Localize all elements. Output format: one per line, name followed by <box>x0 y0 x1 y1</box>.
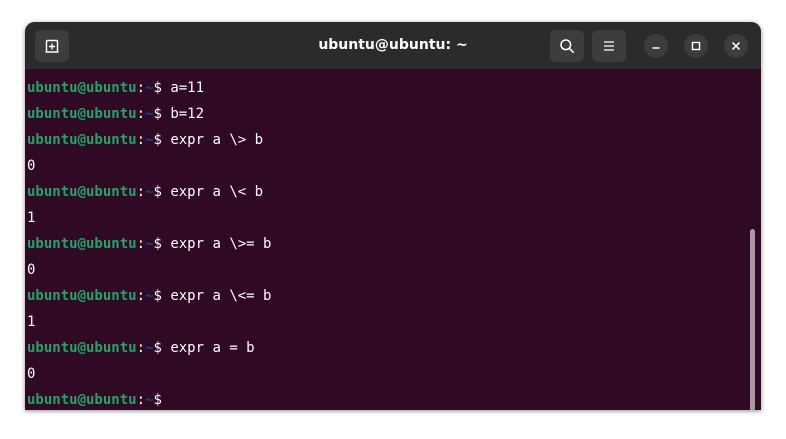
scrollbar-thumb[interactable] <box>750 229 755 410</box>
output-text: 0 <box>27 366 36 382</box>
prompt-colon: : <box>136 288 146 304</box>
terminal-view[interactable]: ubuntu@ubuntu:~$ a=11 ubuntu@ubuntu:~$ b=… <box>25 69 761 410</box>
prompt-line: ubuntu@ubuntu:~$ a=11 <box>27 75 271 101</box>
command-text: expr a \> b <box>170 132 264 148</box>
prompt-user: ubuntu@ubuntu <box>27 392 137 408</box>
command-text: expr a \<= b <box>170 288 272 304</box>
prompt-line: ubuntu@ubuntu:~$ expr a = b <box>27 335 271 361</box>
output-line: 0 <box>27 153 271 179</box>
prompt-line: ubuntu@ubuntu:~$ expr a \< b <box>27 179 271 205</box>
prompt-user: ubuntu@ubuntu <box>27 288 137 304</box>
prompt-colon: : <box>136 340 146 356</box>
prompt-symbol: $ <box>153 184 171 200</box>
command-text: b=12 <box>170 106 205 122</box>
prompt-line: ubuntu@ubuntu:~$ expr a \>= b <box>27 231 271 257</box>
search-icon <box>560 39 574 53</box>
prompt-colon: : <box>136 184 146 200</box>
prompt-symbol: $ <box>153 132 171 148</box>
output-line: 0 <box>27 257 271 283</box>
prompt-user: ubuntu@ubuntu <box>27 80 137 96</box>
command-text: expr a \>= b <box>170 236 272 252</box>
prompt-line: ubuntu@ubuntu:~$ expr a \> b <box>27 127 271 153</box>
prompt-line: ubuntu@ubuntu:~$ <box>27 387 271 410</box>
terminal-window: ubuntu@ubuntu: ~ ubuntu@ubuntu:~$ a=11 u… <box>25 22 761 410</box>
prompt-symbol: $ <box>153 392 171 408</box>
command-text: expr a = b <box>170 340 255 356</box>
output-text: 1 <box>27 314 36 330</box>
prompt-symbol: $ <box>153 106 171 122</box>
prompt-symbol: $ <box>153 236 171 252</box>
prompt-user: ubuntu@ubuntu <box>27 236 137 252</box>
prompt-symbol: $ <box>153 288 171 304</box>
prompt-colon: : <box>136 106 146 122</box>
prompt-colon: : <box>136 236 146 252</box>
prompt-user: ubuntu@ubuntu <box>27 132 137 148</box>
prompt-colon: : <box>136 392 146 408</box>
command-text: a=11 <box>170 80 205 96</box>
output-line: 0 <box>27 361 271 387</box>
prompt-colon: : <box>136 132 146 148</box>
title-bar[interactable]: ubuntu@ubuntu: ~ <box>25 22 761 69</box>
maximize-icon <box>691 41 701 51</box>
prompt-user: ubuntu@ubuntu <box>27 184 137 200</box>
minimize-icon <box>652 47 660 49</box>
command-text: expr a \< b <box>170 184 264 200</box>
prompt-line: ubuntu@ubuntu:~$ expr a \<= b <box>27 283 271 309</box>
output-text: 1 <box>27 210 36 226</box>
prompt-user: ubuntu@ubuntu <box>27 340 137 356</box>
output-text: 0 <box>27 262 36 278</box>
minimize-button[interactable] <box>644 34 668 58</box>
maximize-button[interactable] <box>684 34 708 58</box>
prompt-symbol: $ <box>153 340 171 356</box>
prompt-symbol: $ <box>153 80 171 96</box>
new-tab-button[interactable] <box>35 30 69 62</box>
search-button[interactable] <box>550 30 584 62</box>
new-tab-icon <box>45 39 59 53</box>
output-text: 0 <box>27 158 36 174</box>
menu-button[interactable] <box>592 30 626 62</box>
prompt-colon: : <box>136 80 146 96</box>
hamburger-menu-icon <box>604 41 614 51</box>
close-button[interactable] <box>724 34 748 58</box>
prompt-user: ubuntu@ubuntu <box>27 106 137 122</box>
terminal-output: ubuntu@ubuntu:~$ a=11 ubuntu@ubuntu:~$ b=… <box>27 75 271 410</box>
close-icon <box>731 41 741 51</box>
prompt-line: ubuntu@ubuntu:~$ b=12 <box>27 101 271 127</box>
output-line: 1 <box>27 309 271 335</box>
output-line: 1 <box>27 205 271 231</box>
